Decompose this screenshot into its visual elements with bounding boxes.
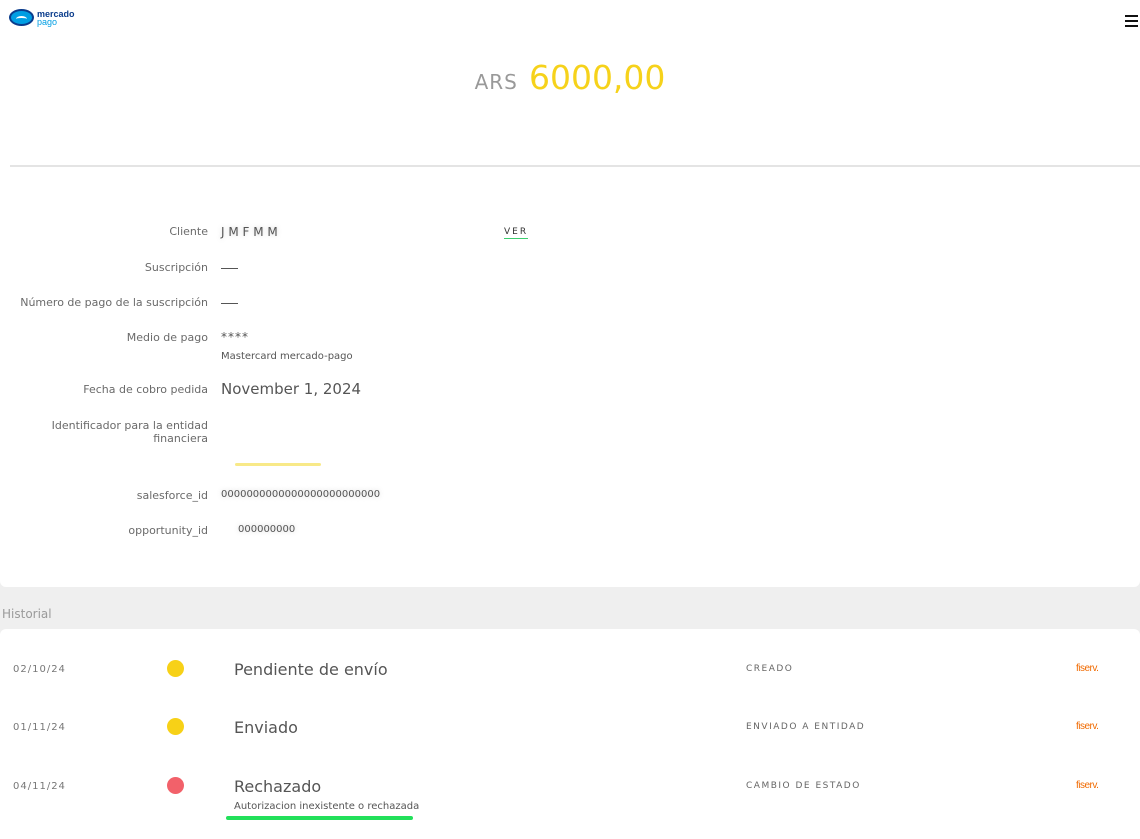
opportunity-label: opportunity_id: [128, 524, 208, 537]
fiserv-logo: fiserv.: [1076, 780, 1099, 791]
fiserv-logo: fiserv.: [1076, 721, 1099, 732]
row-opportunity: opportunity_id 000000000: [0, 524, 295, 537]
hamburger-menu-icon[interactable]: [1125, 15, 1138, 30]
amount-value: 6000,00: [528, 58, 666, 97]
card-mask: ****: [221, 330, 249, 344]
identificador-label: Identificador para la entidad financiera: [51, 419, 208, 445]
medio-pago-value: **** Mastercard mercado-pago: [221, 330, 353, 362]
row-salesforce: salesforce_id 0000000000000000000000000: [0, 489, 380, 502]
history-status: Enviado: [234, 718, 298, 737]
fiserv-logo: fiserv.: [1076, 663, 1099, 674]
redacted-mark: [235, 463, 321, 466]
salesforce-label: salesforce_id: [136, 489, 208, 502]
card-description: Mastercard mercado-pago: [221, 351, 353, 362]
cliente-label: Cliente: [169, 225, 208, 238]
numero-pago-label: Número de pago de la suscripción: [20, 296, 208, 309]
logo-line2: pago: [37, 16, 58, 27]
row-identificador: Identificador para la entidad financiera: [0, 419, 208, 445]
history-substatus: Autorizacion inexistente o rechazada: [234, 801, 420, 812]
row-numero-pago: Número de pago de la suscripción: [0, 296, 238, 310]
cliente-value: J M F M M: [221, 225, 278, 239]
highlight-underline: [226, 816, 413, 820]
mercado-pago-logo[interactable]: mercado pago: [9, 9, 75, 26]
row-suscripcion: Suscripción: [0, 261, 238, 275]
row-cliente: Cliente J M F M M: [0, 225, 278, 239]
history-status: Rechazado: [234, 777, 322, 796]
historial-card: 02/10/24 Pendiente de envío CREADO fiser…: [0, 629, 1140, 839]
history-date: 01/11/24: [13, 722, 66, 733]
amount-currency: ARS: [474, 70, 518, 94]
history-event: CAMBIO DE ESTADO: [746, 781, 861, 791]
history-date: 04/11/24: [13, 781, 66, 792]
history-event: ENVIADO A ENTIDAD: [746, 722, 866, 732]
status-dot-icon: [167, 777, 184, 794]
suscripcion-value: [221, 261, 238, 275]
handshake-icon: [9, 9, 34, 26]
historial-title: Historial: [2, 607, 52, 621]
numero-pago-value: [221, 296, 238, 310]
history-status: Pendiente de envío: [234, 660, 388, 679]
history-event: CREADO: [746, 664, 794, 674]
suscripcion-label: Suscripción: [144, 261, 208, 274]
status-dot-icon: [167, 660, 184, 677]
payment-amount: ARS 6000,00: [0, 58, 1140, 97]
row-medio-pago: Medio de pago **** Mastercard mercado-pa…: [0, 330, 353, 362]
salesforce-value: 0000000000000000000000000: [221, 489, 381, 500]
divider: [10, 165, 1140, 167]
opportunity-value: 000000000: [238, 524, 296, 535]
fecha-label: Fecha de cobro pedida: [83, 383, 208, 396]
medio-pago-label: Medio de pago: [126, 331, 208, 344]
fecha-value: November 1, 2024: [221, 380, 362, 398]
ver-client-link[interactable]: VER: [504, 227, 529, 239]
history-date: 02/10/24: [13, 664, 66, 675]
row-fecha: Fecha de cobro pedida November 1, 2024: [0, 380, 361, 398]
status-dot-icon: [167, 718, 184, 735]
payment-detail-card: mercado pago ARS 6000,00 Cliente J M F M…: [0, 0, 1140, 587]
